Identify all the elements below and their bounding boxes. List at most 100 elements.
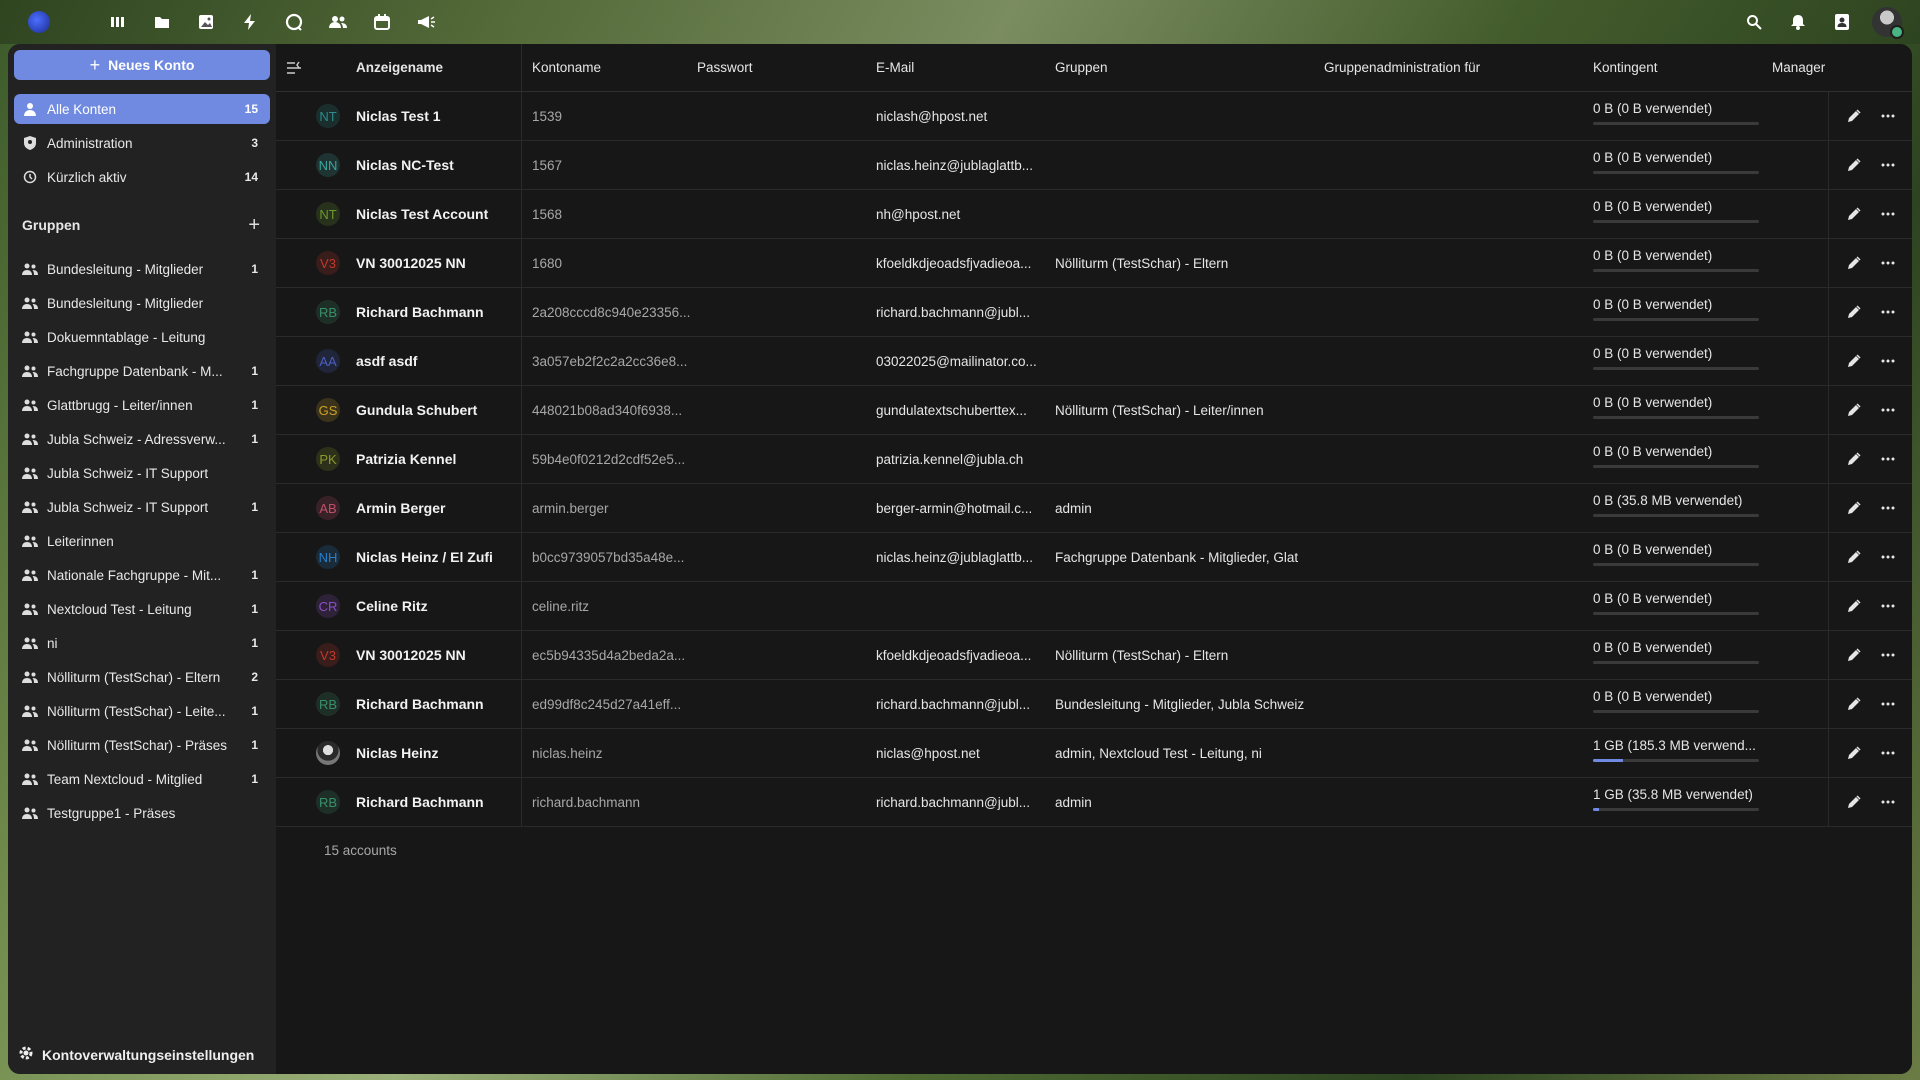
more-options-icon[interactable] — [1871, 736, 1905, 770]
table-row[interactable]: Niclas Heinz niclas.heinz niclas@hpost.net… — [276, 729, 1912, 778]
edit-icon[interactable] — [1837, 785, 1871, 819]
edit-icon[interactable] — [1837, 736, 1871, 770]
sidebar-group-item[interactable]: Nölliturm (TestSchar) - Leite... 1 — [14, 696, 270, 726]
more-options-icon[interactable] — [1871, 540, 1905, 574]
more-options-icon[interactable] — [1871, 589, 1905, 623]
sidebar-group-item[interactable]: Nölliturm (TestSchar) - Präses 1 — [14, 730, 270, 760]
table-body: NT Niclas Test 1 1539 niclash@hpost.net 0 B … — [276, 92, 1912, 827]
header-email: E-Mail — [876, 60, 915, 75]
calendar-icon[interactable] — [360, 0, 404, 44]
table-row[interactable]: V3 VN 30012025 NN 1680 kfoeldkdjeoadsfjvadi… — [276, 239, 1912, 288]
table-row[interactable]: AA asdf asdf 3a057eb2f2c2a2cc36e8... 030220… — [276, 337, 1912, 386]
quota-text: 0 B (0 B verwendet) — [1593, 591, 1713, 606]
quota-fill — [1593, 808, 1599, 811]
more-options-icon[interactable] — [1871, 148, 1905, 182]
sidebar-group-item[interactable]: Testgruppe1 - Präses — [14, 798, 270, 828]
more-options-icon[interactable] — [1871, 785, 1905, 819]
more-options-icon[interactable] — [1871, 491, 1905, 525]
sidebar-group-item[interactable]: Dokuemntablage - Leitung — [14, 322, 270, 352]
table-row[interactable]: NH Niclas Heinz / El Zufi b0cc9739057bd35a… — [276, 533, 1912, 582]
more-options-icon[interactable] — [1871, 638, 1905, 672]
quota: 0 B (0 B verwendet) — [1593, 297, 1772, 321]
more-options-icon[interactable] — [1871, 687, 1905, 721]
dashboard-icon[interactable] — [96, 0, 140, 44]
table-row[interactable]: CR Celine Ritz celine.ritz 0 B (0 B verwend… — [276, 582, 1912, 631]
edit-icon[interactable] — [1837, 99, 1871, 133]
edit-icon[interactable] — [1837, 393, 1871, 427]
table-row[interactable]: PK Patrizia Kennel 59b4e0f0212d2cdf52e5...… — [276, 435, 1912, 484]
contacts-menu-icon[interactable] — [1820, 0, 1864, 44]
edit-icon[interactable] — [1837, 344, 1871, 378]
table-row[interactable]: NT Niclas Test 1 1539 niclash@hpost.net 0 B … — [276, 92, 1912, 141]
more-options-icon[interactable] — [1871, 442, 1905, 476]
talk-icon[interactable] — [272, 0, 316, 44]
sidebar-group-item[interactable]: Jubla Schweiz - Adressverw... 1 — [14, 424, 270, 454]
sidebar-group-item[interactable]: ni 1 — [14, 628, 270, 658]
more-options-icon[interactable] — [1871, 197, 1905, 231]
more-options-icon[interactable] — [1871, 344, 1905, 378]
table-row[interactable]: NN Niclas NC-Test 1567 niclas.heinz@jublagl… — [276, 141, 1912, 190]
group-icon — [22, 499, 38, 515]
gear-icon — [18, 1045, 34, 1064]
table-row[interactable]: RB Richard Bachmann richard.bachmann richar… — [276, 778, 1912, 827]
files-icon[interactable] — [140, 0, 184, 44]
sidebar-group-item[interactable]: Nationale Fachgruppe - Mit... 1 — [14, 560, 270, 590]
sidebar-group-item[interactable]: Team Nextcloud - Mitglied 1 — [14, 764, 270, 794]
sidebar-group-item[interactable]: Glattbrugg - Leiter/innen 1 — [14, 390, 270, 420]
edit-icon[interactable] — [1837, 687, 1871, 721]
more-options-icon[interactable] — [1871, 99, 1905, 133]
edit-icon[interactable] — [1837, 197, 1871, 231]
nextcloud-logo[interactable] — [22, 8, 56, 36]
user-avatar[interactable] — [1872, 7, 1904, 39]
table-row[interactable]: V3 VN 30012025 NN ec5b94335d4a2beda2a... kf… — [276, 631, 1912, 680]
more-options-icon[interactable] — [1871, 393, 1905, 427]
edit-icon[interactable] — [1837, 491, 1871, 525]
edit-icon[interactable] — [1837, 148, 1871, 182]
nav-item-recently-active[interactable]: Kürzlich aktiv 14 — [14, 162, 270, 192]
group-label: Dokuemntablage - Leitung — [47, 329, 206, 345]
edit-icon[interactable] — [1837, 246, 1871, 280]
contacts-icon[interactable] — [316, 0, 360, 44]
edit-icon[interactable] — [1837, 589, 1871, 623]
avatar — [316, 741, 340, 765]
photos-icon[interactable] — [184, 0, 228, 44]
table-row[interactable]: RB Richard Bachmann 2a208cccd8c940e23356..… — [276, 288, 1912, 337]
group-count: 1 — [251, 364, 258, 378]
table-row[interactable]: AB Armin Berger armin.berger berger-armin@h… — [276, 484, 1912, 533]
quota-text: 0 B (0 B verwendet) — [1593, 101, 1713, 116]
nav-item-administration[interactable]: Administration 3 — [14, 128, 270, 158]
add-group-icon[interactable]: + — [248, 214, 260, 237]
quota-text: 1 GB (35.8 MB verwendet) — [1593, 787, 1753, 802]
sidebar-group-item[interactable]: Jubla Schweiz - IT Support 1 — [14, 492, 270, 522]
sidebar-group-item[interactable]: Nextcloud Test - Leitung 1 — [14, 594, 270, 624]
sidebar-group-item[interactable]: Fachgruppe Datenbank - M... 1 — [14, 356, 270, 386]
announcements-icon[interactable] — [404, 0, 448, 44]
edit-icon[interactable] — [1837, 442, 1871, 476]
quota: 0 B (0 B verwendet) — [1593, 150, 1772, 174]
avatar: NT — [316, 202, 340, 226]
nav-item-count: 15 — [244, 102, 258, 116]
toggle-navigation-icon[interactable] — [286, 61, 308, 75]
avatar: V3 — [316, 251, 340, 275]
search-icon[interactable] — [1732, 0, 1776, 44]
notifications-icon[interactable] — [1776, 0, 1820, 44]
more-options-icon[interactable] — [1871, 295, 1905, 329]
group-icon — [22, 601, 38, 617]
more-options-icon[interactable] — [1871, 246, 1905, 280]
account-settings-button[interactable]: Kontoverwaltungseinstellungen — [18, 1045, 254, 1064]
table-row[interactable]: RB Richard Bachmann ed99df8c245d27a41eff..… — [276, 680, 1912, 729]
edit-icon[interactable] — [1837, 540, 1871, 574]
sidebar-group-item[interactable]: Nölliturm (TestSchar) - Eltern 2 — [14, 662, 270, 692]
activity-icon[interactable] — [228, 0, 272, 44]
sidebar-group-item[interactable]: Leiterinnen — [14, 526, 270, 556]
sidebar-group-item[interactable]: Bundesleitung - Mitglieder 1 — [14, 254, 270, 284]
edit-icon[interactable] — [1837, 295, 1871, 329]
display-name: Patrizia Kennel — [356, 451, 457, 467]
table-row[interactable]: NT Niclas Test Account 1568 nh@hpost.net 0 B… — [276, 190, 1912, 239]
new-account-button[interactable]: + Neues Konto — [14, 50, 270, 80]
table-row[interactable]: GS Gundula Schubert 448021b08ad340f6938...… — [276, 386, 1912, 435]
nav-item-all-accounts[interactable]: Alle Konten 15 — [14, 94, 270, 124]
sidebar-group-item[interactable]: Bundesleitung - Mitglieder — [14, 288, 270, 318]
sidebar-group-item[interactable]: Jubla Schweiz - IT Support — [14, 458, 270, 488]
edit-icon[interactable] — [1837, 638, 1871, 672]
